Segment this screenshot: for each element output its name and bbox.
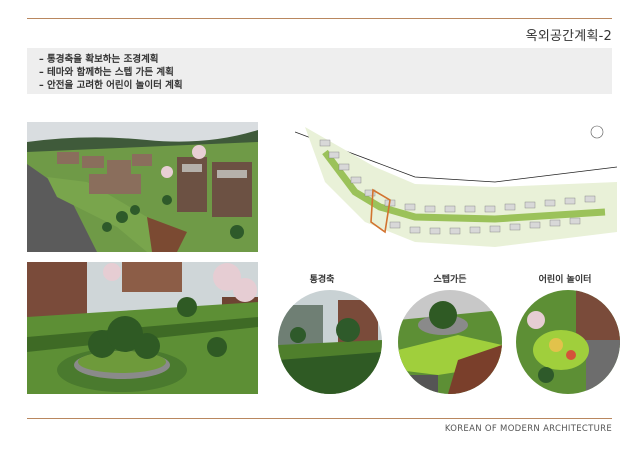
top-rule [27, 18, 612, 19]
step-garden-circle-image [398, 290, 502, 394]
circle-label-step-garden: 스텝가든 [433, 275, 467, 285]
footer-text: KOREAN OF MODERN ARCHITECTURE [444, 424, 612, 434]
view-axis-circle-image [278, 290, 382, 394]
page-title: 옥외공간계획-2 [525, 29, 612, 44]
summary-box: – 통경축을 확보하는 조경계획 – 테마와 함께하는 스텝 가든 계획 – 안… [27, 48, 612, 94]
summary-list: – 통경축을 확보하는 조경계획 – 테마와 함께하는 스텝 가든 계획 – 안… [27, 48, 612, 92]
site-plan-image [294, 122, 618, 257]
circle-label-playground: 어린이 놀이터 [538, 275, 592, 285]
bottom-rule [27, 418, 612, 419]
playground-circle-image [516, 290, 620, 394]
garden-render-image [27, 262, 258, 394]
summary-item: – 안전을 고려한 어린이 놀이터 계획 [39, 80, 183, 91]
summary-item: – 테마와 함께하는 스텝 가든 계획 [39, 67, 174, 78]
aerial-render-image [27, 122, 258, 252]
circle-label-view-axis: 통경축 [309, 275, 335, 285]
summary-item: – 통경축을 확보하는 조경계획 [39, 54, 159, 65]
